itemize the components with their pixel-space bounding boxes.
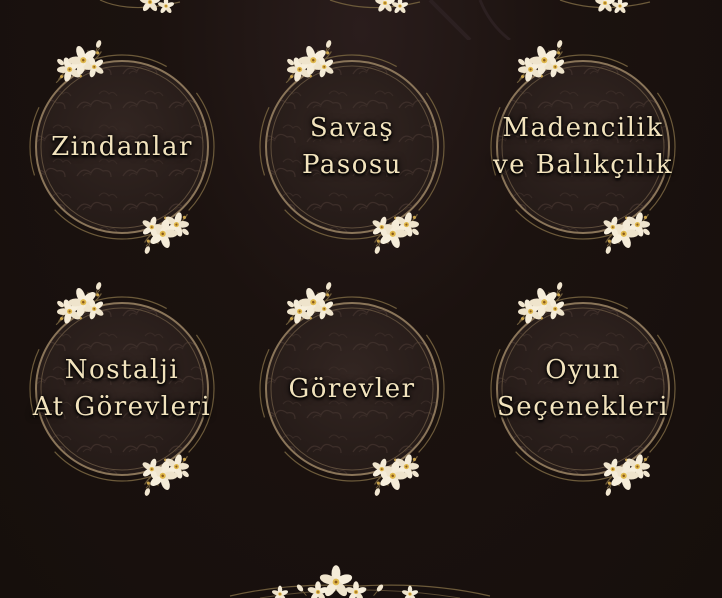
menu-label-battle-pass: Savaş Pasosu [302, 113, 402, 180]
menu-button-dungeons[interactable]: Zindanlar [27, 52, 217, 242]
menu-button-game-options[interactable]: Oyun Seçenekleri [488, 294, 678, 484]
menu-button-quests[interactable]: Görevler [257, 294, 447, 484]
bottom-ornament [229, 565, 491, 598]
menu-label-dungeons: Zindanlar [51, 131, 193, 162]
menu-button-mining-fishing[interactable]: Madencilik ve Balıkçılık [488, 52, 678, 242]
menu-button-nostalgia-horse-quests[interactable]: Nostalji At Görevleri [27, 294, 217, 484]
menu-label-quests: Görevler [288, 373, 416, 404]
menu-label-nostalgia-horse-quests: Nostalji At Görevleri [32, 355, 212, 422]
top-ornament [99, 0, 651, 40]
menu-label-game-options: Oyun Seçenekleri [497, 355, 669, 422]
menu-label-mining-fishing: Madencilik ve Balıkçılık [492, 113, 674, 180]
game-menu-screen: Zindanlar Savaş Pasosu Madencilik ve Bal… [0, 0, 722, 598]
menu-button-battle-pass[interactable]: Savaş Pasosu [257, 52, 447, 242]
